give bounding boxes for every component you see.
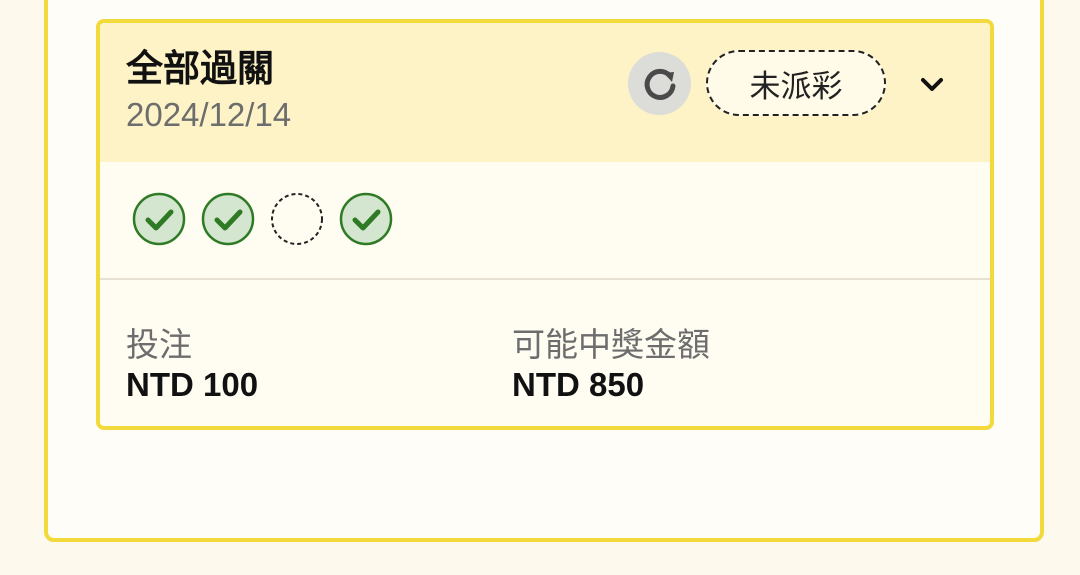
check-circle-icon [339,192,393,246]
potential-payout-label: 可能中獎金額 [512,325,710,364]
bet-type-title: 全部過關 [126,47,274,90]
check-circle-icon [201,192,255,246]
bet-date: 2024/12/14 [126,96,292,133]
refresh-button[interactable] [628,52,691,115]
status-badge: 未派彩 [706,50,886,116]
legs-row [131,191,394,247]
expand-button[interactable] [912,65,952,105]
chevron-down-icon [921,78,943,91]
stake-label: 投注 [126,325,192,364]
potential-payout-value: NTD 850 [512,366,645,403]
divider [100,278,990,280]
bet-card[interactable]: 全部過關 2024/12/14 未派彩 投注 NTD 100 可能中獎金額 NT… [96,19,994,430]
bet-card-header[interactable]: 全部過關 2024/12/14 未派彩 [100,23,990,162]
stake-value: NTD 100 [126,366,259,403]
check-circle-icon [132,192,186,246]
refresh-icon [644,68,675,100]
dashed-circle-icon [271,193,323,245]
